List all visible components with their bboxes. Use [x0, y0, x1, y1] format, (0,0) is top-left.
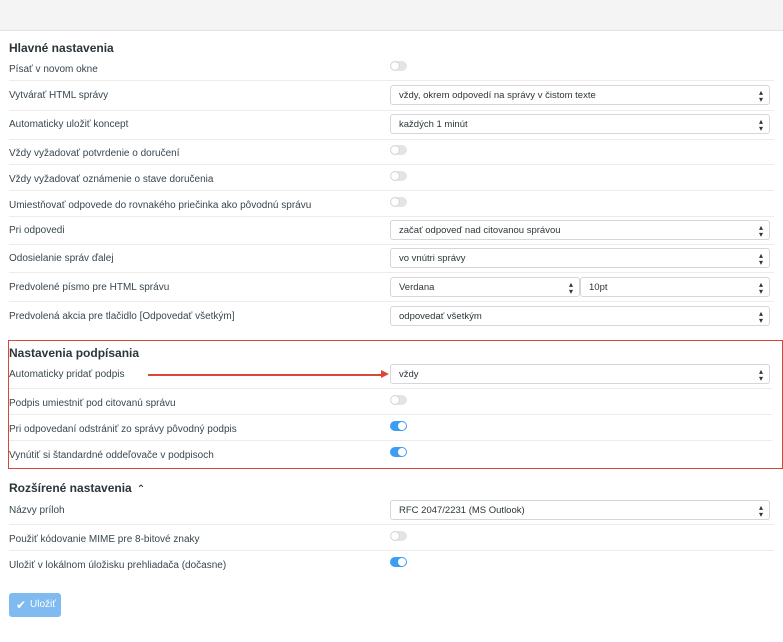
divider	[9, 80, 774, 81]
save-button[interactable]: ✔ Uložiť	[9, 593, 61, 617]
divider	[9, 388, 772, 389]
row-label: Vytvárať HTML správy	[9, 90, 109, 101]
toggle-knob	[391, 172, 399, 180]
section-title-signing: Nastavenia podpísania	[9, 346, 140, 360]
row-forward-attachment: Odosielanie správ ďalej vo vnútri správy…	[9, 248, 774, 274]
toggle-knob	[391, 146, 399, 154]
select-value: každých 1 minút	[399, 119, 468, 130]
select-value: začať odpoveď nad citovanou správou	[399, 225, 561, 236]
reply-same-folder-toggle[interactable]	[390, 197, 407, 207]
row-sig-separator: Vynútiť si štandardné oddeľovače v podpi…	[9, 443, 774, 469]
strip-signature-toggle[interactable]	[390, 421, 407, 431]
divider	[9, 139, 774, 140]
row-label: Pri odpovedaní odstrániť zo správy pôvod…	[9, 424, 237, 435]
row-label: Použiť kódovanie MIME pre 8-bitové znaky	[9, 534, 200, 545]
divider	[9, 216, 774, 217]
mime-names-select[interactable]: RFC 2047/2231 (MS Outlook) ▴ ▾	[390, 500, 770, 520]
top-toolbar	[0, 0, 783, 31]
toggle-knob	[398, 558, 406, 566]
divider	[9, 550, 774, 551]
row-mime-names: Názvy príloh RFC 2047/2231 (MS Outlook) …	[9, 500, 774, 526]
select-arrows-icon: ▴ ▾	[758, 223, 763, 239]
divider	[9, 301, 774, 302]
section-title-main: Hlavné nastavenia	[9, 41, 114, 55]
row-label: Názvy príloh	[9, 505, 65, 516]
annotation-arrow-line	[148, 374, 384, 376]
select-arrows-icon: ▴ ▾	[758, 503, 763, 519]
section-title-advanced[interactable]: Rozšírené nastavenia ⌃	[9, 481, 145, 495]
toggle-knob	[391, 396, 399, 404]
row-label: Pri odpovedi	[9, 225, 65, 236]
row-label: Umiestňovať odpovede do rovnakého prieči…	[9, 200, 312, 211]
row-label: Podpis umiestniť pod citovanú správu	[9, 398, 176, 409]
select-value: vo vnútri správy	[399, 253, 466, 264]
annotation-arrow-head-icon	[381, 370, 389, 378]
divider	[9, 524, 774, 525]
default-font-size-select[interactable]: 10pt ▴ ▾	[580, 277, 770, 297]
select-value: odpovedať všetkým	[399, 311, 482, 322]
row-label: Odosielanie správ ďalej	[9, 253, 114, 264]
select-arrows-icon: ▴ ▾	[758, 117, 763, 133]
compose-html-select[interactable]: vždy, okrem odpovedí na správy v čistom …	[390, 85, 770, 105]
show-signature-select[interactable]: vždy ▴ ▾	[390, 364, 770, 384]
reply-mode-select[interactable]: začať odpoveď nad citovanou správou ▴ ▾	[390, 220, 770, 240]
toggle-knob	[398, 448, 406, 456]
row-label: Automaticky uložiť koncept	[9, 119, 129, 130]
select-value: Verdana	[399, 282, 435, 293]
compose-new-window-toggle[interactable]	[390, 61, 407, 71]
checkmark-icon: ✔	[16, 598, 27, 612]
row-label: Vynútiť si štandardné oddeľovače v podpi…	[9, 450, 214, 461]
divider	[9, 244, 774, 245]
row-label: Uložiť v lokálnom úložisku prehliadača (…	[9, 560, 227, 571]
select-arrows-icon: ▴ ▾	[758, 88, 763, 104]
section-title-text: Rozšírené nastavenia	[9, 481, 132, 495]
toggle-knob	[391, 62, 399, 70]
row-label: Predvolená akcia pre tlačidlo [Odpovedať…	[9, 311, 235, 322]
force-7bit-toggle[interactable]	[390, 531, 407, 541]
divider	[9, 414, 772, 415]
row-reply-mode: Pri odpovedi začať odpoveď nad citovanou…	[9, 220, 774, 246]
select-value: RFC 2047/2231 (MS Outlook)	[399, 505, 525, 516]
divider	[9, 110, 774, 111]
select-arrows-icon: ▴ ▾	[758, 251, 763, 267]
row-label: Automaticky pridať podpis	[9, 369, 125, 380]
reply-all-select[interactable]: odpovedať všetkým ▴ ▾	[390, 306, 770, 326]
row-reply-all: Predvolená akcia pre tlačidlo [Odpovedať…	[9, 306, 774, 332]
select-arrows-icon: ▴ ▾	[758, 280, 763, 296]
divider	[9, 190, 774, 191]
forward-attachment-select[interactable]: vo vnútri správy ▴ ▾	[390, 248, 770, 268]
divider	[9, 440, 772, 441]
save-button-label: Uložiť	[30, 599, 56, 610]
row-label: Písať v novom okne	[9, 64, 98, 75]
select-arrows-icon: ▴ ▾	[758, 309, 763, 325]
select-value: 10pt	[589, 282, 608, 293]
divider	[9, 164, 774, 165]
row-label: Vždy vyžadovať oznámenie o stave doručen…	[9, 174, 214, 185]
row-label: Predvolené písmo pre HTML správu	[9, 282, 170, 293]
select-arrows-icon: ▴ ▾	[758, 367, 763, 383]
row-draft-autosave: Automaticky uložiť koncept každých 1 min…	[9, 114, 774, 140]
dsn-default-toggle[interactable]	[390, 171, 407, 181]
select-value: vždy, okrem odpovedí na správy v čistom …	[399, 90, 596, 101]
row-default-font: Predvolené písmo pre HTML správu Verdana…	[9, 277, 774, 303]
divider	[9, 272, 774, 273]
row-local-storage: Uložiť v lokálnom úložisku prehliadača (…	[9, 553, 774, 579]
chevron-up-icon: ⌃	[136, 484, 146, 495]
row-compose-html: Vytvárať HTML správy vždy, okrem odpoved…	[9, 85, 774, 111]
sig-separator-toggle[interactable]	[390, 447, 407, 457]
mdn-default-toggle[interactable]	[390, 145, 407, 155]
row-show-signature: Automaticky pridať podpis vždy ▴ ▾	[9, 364, 774, 390]
local-storage-toggle[interactable]	[390, 557, 407, 567]
draft-autosave-select[interactable]: každých 1 minút ▴ ▾	[390, 114, 770, 134]
select-value: vždy	[399, 369, 419, 380]
select-arrows-icon: ▴ ▾	[568, 280, 573, 296]
default-font-select[interactable]: Verdana ▴ ▾	[390, 277, 580, 297]
toggle-knob	[391, 198, 399, 206]
row-label: Vždy vyžadovať potvrdenie o doručení	[9, 148, 180, 159]
toggle-knob	[391, 532, 399, 540]
sig-below-toggle[interactable]	[390, 395, 407, 405]
toggle-knob	[398, 422, 406, 430]
